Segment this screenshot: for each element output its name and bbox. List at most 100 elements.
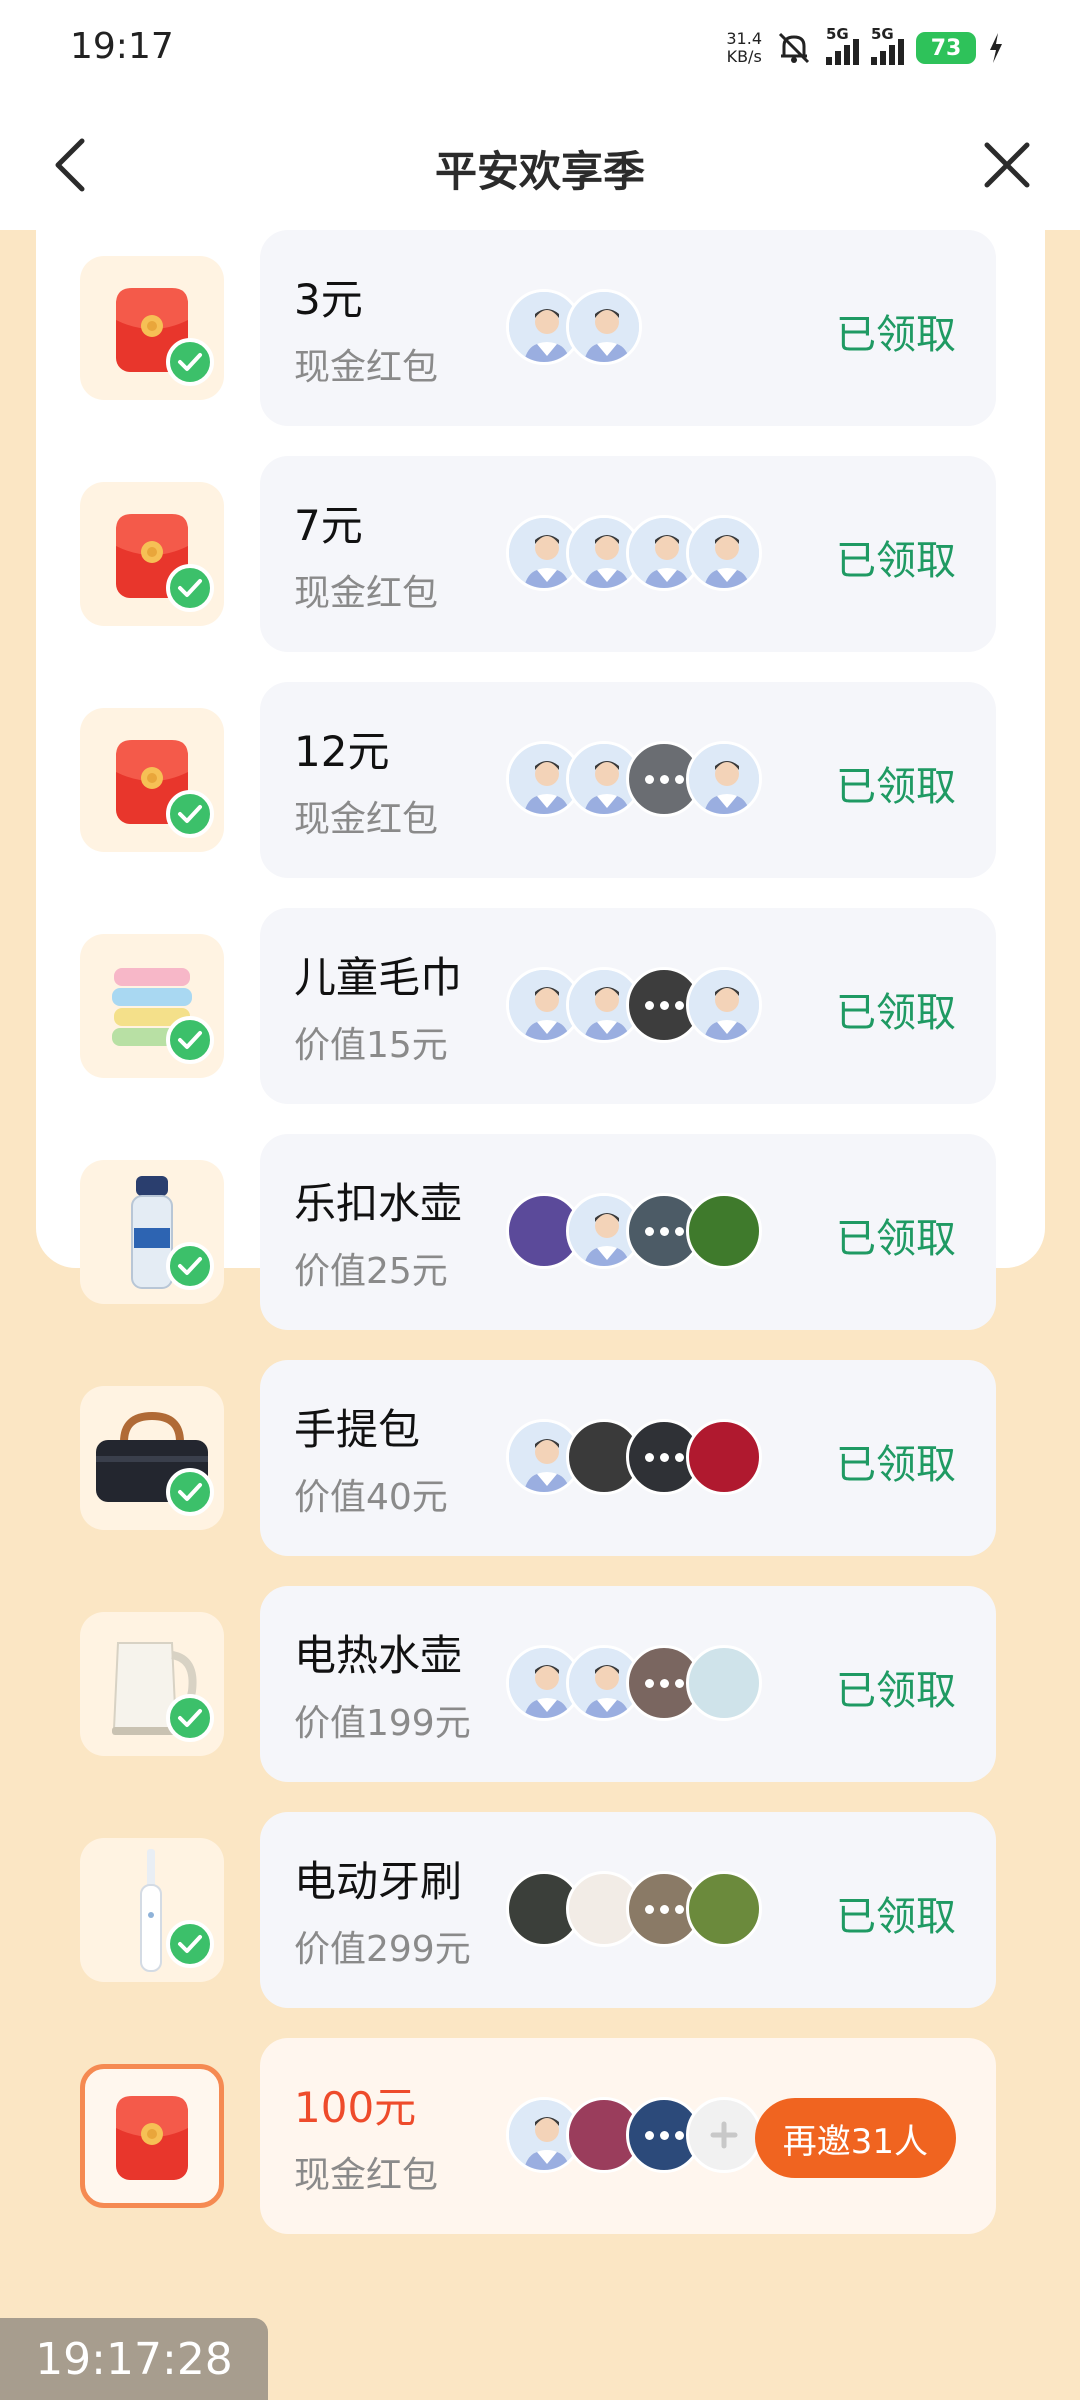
- reward-name: 3元: [294, 275, 363, 324]
- claimed-status: 已领取: [836, 1894, 956, 1940]
- check-icon: [166, 1016, 214, 1064]
- net-speed-value: 31.4: [726, 29, 762, 48]
- reward-panel: 3元 现金红包 已领取 7元 现金红包 已领取 12元 现金红包 已领取 儿童毛巾 价值15元 已领取…: [36, 230, 1045, 2234]
- timestamp-overlay: 19:17:28: [0, 2318, 268, 2400]
- signal-1-label: 5G: [826, 25, 849, 43]
- reward-name: 100元: [294, 2083, 417, 2132]
- claimed-status: 已领取: [836, 1668, 956, 1714]
- claimed-status: 已领取: [836, 1442, 956, 1488]
- friend-avatars: [506, 1645, 762, 1721]
- net-speed-unit: KB/s: [726, 47, 762, 66]
- friend-avatar: [686, 515, 762, 591]
- friend-avatars: [506, 289, 642, 365]
- prize-image: [80, 482, 224, 626]
- mute-bell-icon: [778, 32, 810, 64]
- check-icon: [166, 1242, 214, 1290]
- reward-card: 3元现金红包 已领取: [260, 230, 996, 426]
- friend-avatar: [686, 967, 762, 1043]
- reward-row: 12元现金红包 已领取: [36, 682, 1045, 880]
- reward-row-pending: 100元现金红包 再邀31人: [36, 2038, 1045, 2236]
- close-icon: [984, 142, 1030, 188]
- friend-avatar: [686, 1871, 762, 1947]
- reward-name: 7元: [294, 501, 363, 550]
- claimed-status: 已领取: [836, 990, 956, 1036]
- reward-row: 7元现金红包 已领取: [36, 456, 1045, 654]
- friend-avatars: [506, 1193, 762, 1269]
- net-speed: 31.4 KB/s: [726, 30, 762, 66]
- prize-image: [80, 708, 224, 852]
- reward-card: 电热水壶价值199元 已领取: [260, 1586, 996, 1782]
- reward-row: 3元现金红包 已领取: [36, 230, 1045, 428]
- reward-value: 现金红包: [294, 347, 439, 388]
- prize-image: [80, 1386, 224, 1530]
- reward-name: 电动牙刷: [294, 1857, 463, 1906]
- reward-card: 12元现金红包 已领取: [260, 682, 996, 878]
- red-envelope-icon: [112, 2088, 192, 2184]
- reward-name: 电热水壶: [294, 1631, 463, 1680]
- reward-value: 价值25元: [294, 1251, 448, 1292]
- friend-avatars: [506, 1419, 762, 1495]
- prize-image: [80, 934, 224, 1078]
- reward-name: 儿童毛巾: [294, 953, 463, 1002]
- invite-slot-plus-icon[interactable]: [686, 2097, 762, 2173]
- claimed-status: 已领取: [836, 764, 956, 810]
- invite-more-button[interactable]: 再邀31人: [754, 2098, 956, 2178]
- friend-avatar: [566, 289, 642, 365]
- status-icons: 31.4 KB/s 5G 5G 73: [726, 25, 1004, 70]
- check-icon: [166, 1468, 214, 1516]
- reward-value: 价值299元: [294, 1929, 471, 1970]
- reward-name: 乐扣水壶: [294, 1179, 463, 1228]
- friend-avatar: [686, 1419, 762, 1495]
- reward-card: 7元现金红包 已领取: [260, 456, 996, 652]
- reward-row: 手提包价值40元 已领取: [36, 1360, 1045, 1558]
- claimed-status: 已领取: [836, 1216, 956, 1262]
- reward-value: 价值40元: [294, 1477, 448, 1518]
- reward-card: 儿童毛巾价值15元 已领取: [260, 908, 996, 1104]
- reward-row: 电动牙刷价值299元 已领取: [36, 1812, 1045, 2010]
- friend-avatars: [506, 741, 762, 817]
- reward-value: 价值199元: [294, 1703, 471, 1744]
- reward-card: 手提包价值40元 已领取: [260, 1360, 996, 1556]
- reward-value: 价值15元: [294, 1025, 448, 1066]
- friend-avatar: [686, 741, 762, 817]
- charging-bolt-icon: [990, 33, 1002, 63]
- battery-level: 73: [916, 32, 976, 64]
- prize-image: [80, 256, 224, 400]
- reward-value: 现金红包: [294, 799, 439, 840]
- check-icon: [166, 1694, 214, 1742]
- check-icon: [166, 790, 214, 838]
- reward-name: 手提包: [294, 1405, 421, 1454]
- check-icon: [166, 338, 214, 386]
- claimed-status: 已领取: [836, 538, 956, 584]
- prize-image: [80, 1612, 224, 1756]
- nav-header: 平安欢享季: [0, 100, 1080, 230]
- friend-avatars: [506, 967, 762, 1043]
- reward-row: 电热水壶价值199元 已领取: [36, 1586, 1045, 1784]
- status-bar: 19:17 31.4 KB/s 5G 5G 73: [0, 0, 1080, 100]
- signal-2-icon: 5G: [871, 25, 904, 65]
- reward-row: 乐扣水壶价值25元 已领取: [36, 1134, 1045, 1332]
- prize-image: [80, 2064, 224, 2208]
- signal-2-label: 5G: [871, 25, 894, 43]
- check-icon: [166, 1920, 214, 1968]
- status-time: 19:17: [70, 26, 174, 67]
- reward-card: 电动牙刷价值299元 已领取: [260, 1812, 996, 2008]
- friend-avatar: [686, 1645, 762, 1721]
- prize-image: [80, 1160, 224, 1304]
- reward-value: 现金红包: [294, 2155, 439, 2196]
- signal-1-icon: 5G: [826, 25, 859, 65]
- friend-avatars: [506, 1871, 762, 1947]
- prize-image: [80, 1838, 224, 1982]
- reward-row: 儿童毛巾价值15元 已领取: [36, 908, 1045, 1106]
- reward-value: 现金红包: [294, 573, 439, 614]
- close-button[interactable]: [974, 132, 1040, 198]
- friend-avatars: [506, 2097, 762, 2173]
- check-icon: [166, 564, 214, 612]
- friend-avatar: [686, 1193, 762, 1269]
- page-title: 平安欢享季: [434, 147, 645, 196]
- claimed-status: 已领取: [836, 312, 956, 358]
- reward-name: 12元: [294, 727, 390, 776]
- friend-avatars: [506, 515, 762, 591]
- reward-card: 乐扣水壶价值25元 已领取: [260, 1134, 996, 1330]
- reward-card: 100元现金红包 再邀31人: [260, 2038, 996, 2234]
